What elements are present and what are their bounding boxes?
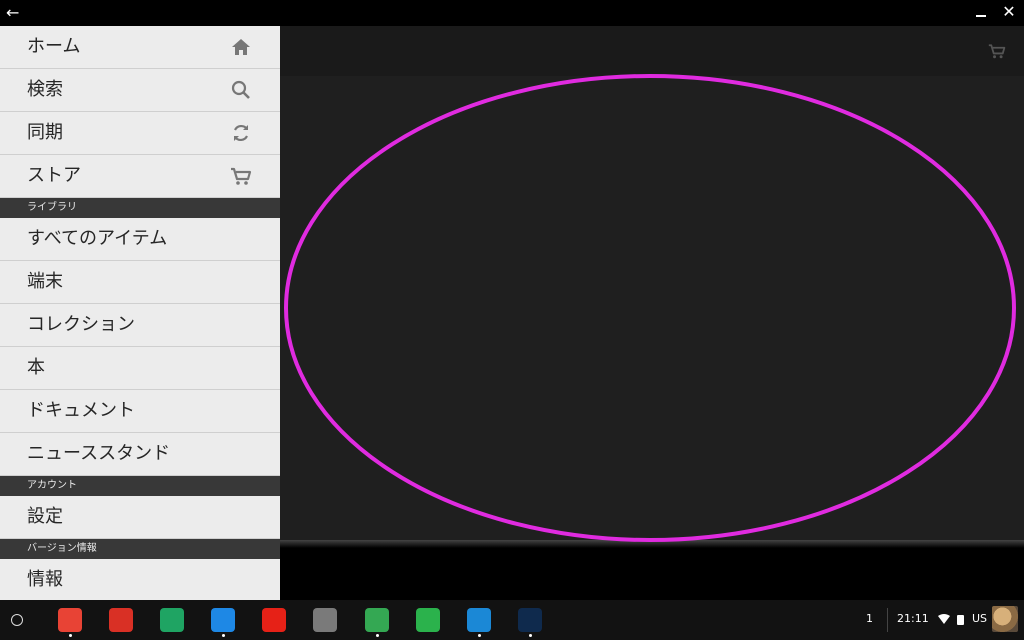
back-arrow-icon[interactable]: ← [6, 3, 22, 23]
play-store-icon[interactable] [365, 608, 389, 632]
drawer-item-search[interactable]: 検索 [0, 69, 280, 112]
close-icon[interactable]: ✕ [1000, 2, 1018, 22]
avatar[interactable] [992, 606, 1018, 632]
section-header-version-info: バージョン情報 [0, 539, 280, 559]
navigation-drawer: ホーム 検索 同期 ストア ライブラリ すべてのアイテム 端末 コレクション 本 [0, 26, 280, 600]
chrome-icon[interactable] [58, 608, 82, 632]
drawer-item-settings[interactable]: 設定 [0, 496, 280, 539]
youtube-icon[interactable] [262, 608, 286, 632]
drawer-item-all-items[interactable]: すべてのアイテム [0, 218, 280, 261]
camera-icon[interactable] [467, 608, 491, 632]
drawer-item-label: 端末 [27, 271, 63, 292]
search-icon [231, 80, 250, 99]
drawer-item-label: 本 [27, 357, 45, 378]
app-launcher-icon[interactable] [11, 614, 23, 626]
section-header-label: バージョン情報 [27, 543, 97, 554]
drawer-item-documents[interactable]: ドキュメント [0, 390, 280, 433]
running-indicator [69, 634, 72, 637]
sync-icon [234, 124, 248, 142]
section-header-label: ライブラリ [27, 202, 77, 213]
drawer-item-home[interactable]: ホーム [0, 26, 280, 69]
feedly-icon[interactable] [416, 608, 440, 632]
running-indicator [529, 634, 532, 637]
section-header-account: アカウント [0, 476, 280, 496]
drawer-item-info[interactable]: 情報 [0, 559, 280, 600]
wifi-icon[interactable] [938, 614, 950, 624]
library-content [280, 26, 1024, 600]
drawer-item-label: 同期 [27, 122, 63, 143]
drawer-item-label: 検索 [27, 79, 63, 100]
section-header-library: ライブラリ [0, 198, 280, 218]
drawer-item-label: コレクション [27, 314, 135, 335]
drawer-item-label: ドキュメント [27, 400, 135, 421]
drawer-item-label: 情報 [27, 569, 63, 590]
cart-icon [231, 167, 252, 185]
minimize-icon[interactable] [974, 5, 988, 19]
running-indicator [222, 634, 225, 637]
system-shelf: 1 21:11 US [0, 600, 1024, 640]
drive-icon[interactable] [160, 608, 184, 632]
drawer-item-label: すべてのアイテム [27, 228, 168, 249]
gmail-icon[interactable] [109, 608, 133, 632]
home-icon [232, 39, 250, 55]
running-indicator [376, 634, 379, 637]
drawer-item-store[interactable]: ストア [0, 155, 280, 198]
drawer-item-newsstand[interactable]: ニューススタンド [0, 433, 280, 476]
section-header-label: アカウント [27, 480, 77, 491]
drawer-item-label: ストア [27, 165, 81, 186]
shelf-divider [887, 608, 888, 632]
window-titlebar: ← ✕ [0, 0, 1024, 26]
drawer-item-label: ニューススタンド [27, 443, 171, 464]
running-indicator [478, 634, 481, 637]
drawer-item-label: 設定 [27, 506, 63, 527]
highlight-ellipse [284, 74, 1016, 542]
web-store-icon[interactable] [313, 608, 337, 632]
battery-icon[interactable] [957, 615, 964, 625]
clock[interactable]: 21:11 [897, 612, 929, 625]
drawer-item-books[interactable]: 本 [0, 347, 280, 390]
files-icon[interactable] [211, 608, 235, 632]
drawer-item-sync[interactable]: 同期 [0, 112, 280, 155]
drawer-item-label: ホーム [27, 36, 81, 57]
drawer-item-device[interactable]: 端末 [0, 261, 280, 304]
drawer-item-collections[interactable]: コレクション [0, 304, 280, 347]
input-language[interactable]: US [972, 612, 987, 625]
kindle-app: ホーム 検索 同期 ストア ライブラリ すべてのアイテム 端末 コレクション 本 [0, 26, 1024, 600]
notification-count[interactable]: 1 [866, 612, 873, 625]
kindle-icon[interactable] [518, 608, 542, 632]
